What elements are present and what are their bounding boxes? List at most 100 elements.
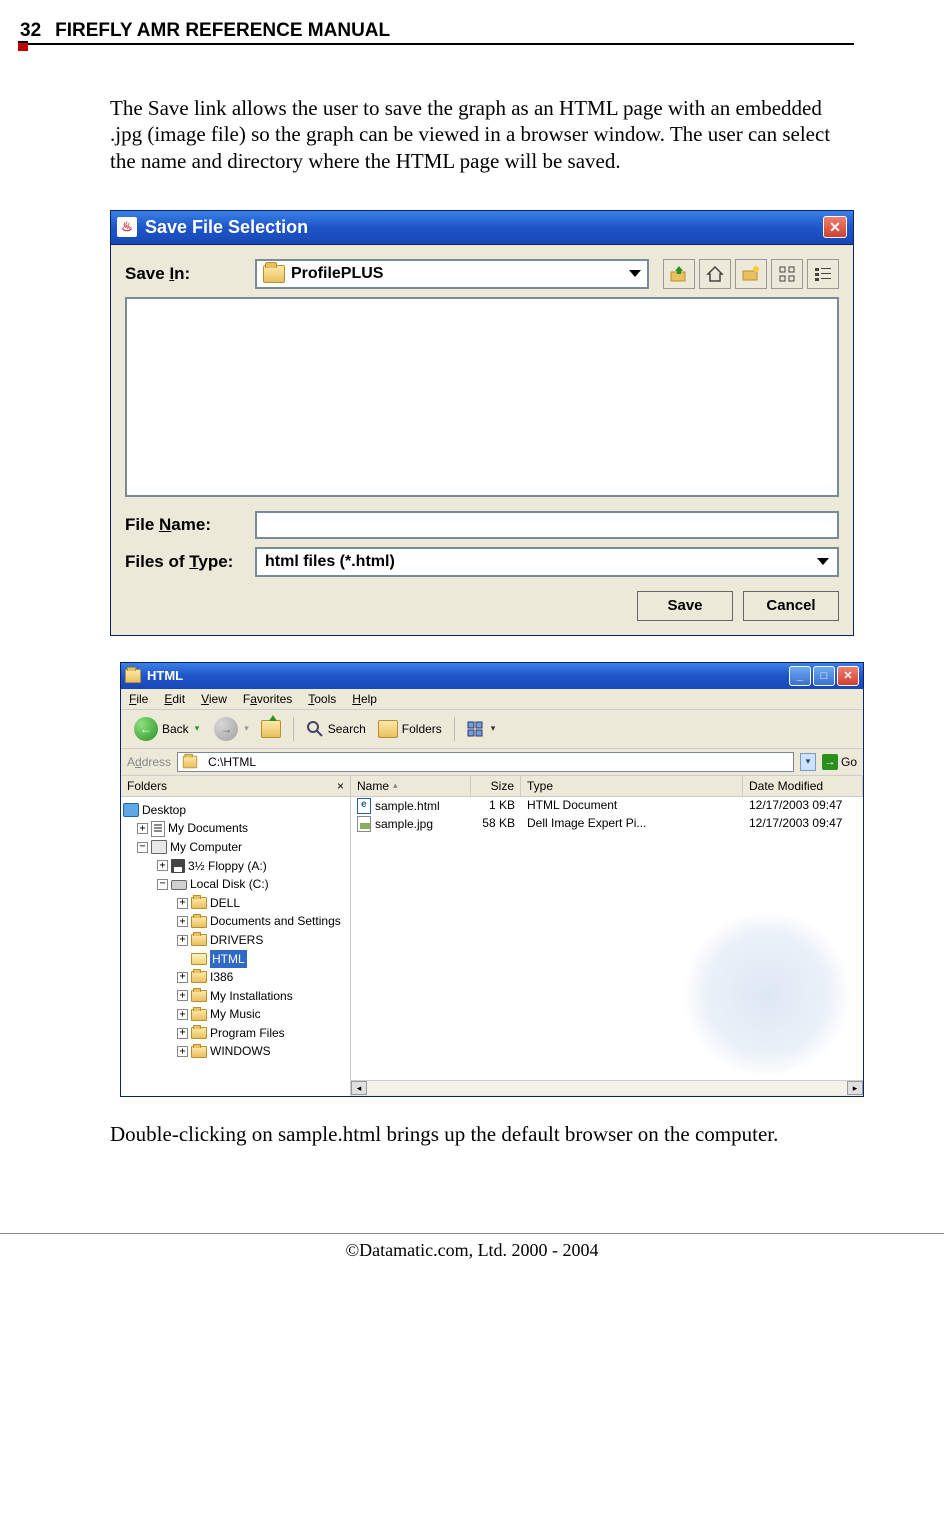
- explorer-titlebar[interactable]: HTML _ □ ✕: [121, 663, 863, 689]
- minimize-button[interactable]: _: [789, 666, 811, 686]
- expand-icon[interactable]: +: [177, 1028, 188, 1039]
- menu-favorites[interactable]: Favorites: [243, 692, 292, 706]
- files-of-type-label: Files of Type:: [125, 552, 255, 572]
- expand-icon[interactable]: +: [177, 990, 188, 1001]
- tree-node-program-files[interactable]: + Program Files: [177, 1024, 348, 1043]
- folder-open-icon: [263, 265, 285, 283]
- tree-node-i386[interactable]: + I386: [177, 968, 348, 987]
- views-button[interactable]: ▾: [463, 719, 500, 739]
- file-name-input[interactable]: [255, 511, 839, 539]
- separator: [454, 717, 455, 741]
- tree-node-drivers[interactable]: + DRIVERS: [177, 931, 348, 950]
- col-size[interactable]: Size: [471, 776, 521, 796]
- tree-node-my-computer[interactable]: − My Computer: [137, 838, 348, 857]
- menu-help[interactable]: Help: [352, 692, 377, 706]
- java-icon: ♨: [117, 217, 137, 237]
- menu-view[interactable]: View: [201, 692, 227, 706]
- search-button[interactable]: Search: [302, 718, 370, 740]
- expand-icon[interactable]: +: [177, 1046, 188, 1057]
- separator: [293, 717, 294, 741]
- save-button[interactable]: Save: [637, 591, 733, 621]
- tree-node-local-disk[interactable]: − Local Disk (C:): [157, 875, 348, 894]
- col-name[interactable]: Name ▴: [351, 776, 471, 796]
- home-button[interactable]: [699, 259, 731, 289]
- expand-icon[interactable]: +: [177, 1009, 188, 1020]
- folders-pane-close[interactable]: ×: [337, 779, 344, 793]
- scroll-right-button[interactable]: ▸: [847, 1081, 863, 1095]
- maximize-button[interactable]: □: [813, 666, 835, 686]
- file-list-area[interactable]: [125, 297, 839, 497]
- close-button[interactable]: ✕: [837, 666, 859, 686]
- dialog-title: Save File Selection: [145, 217, 308, 238]
- file-list-pane: Name ▴ Size Type Date Modified sample.ht…: [351, 776, 863, 1096]
- folder-icon: [125, 669, 141, 683]
- file-row[interactable]: sample.html 1 KB HTML Document 12/17/200…: [351, 797, 863, 815]
- address-bar: Address C:\HTML ▾ → Go: [121, 749, 863, 776]
- address-input[interactable]: C:\HTML: [177, 752, 794, 772]
- folder-up-icon: [261, 720, 281, 738]
- folder-tree[interactable]: Desktop + My Documents − My Computer +: [121, 797, 350, 1065]
- up-one-level-button[interactable]: [663, 259, 695, 289]
- save-in-combo[interactable]: ProfilePLUS: [255, 259, 649, 289]
- file-name-label: File Name:: [125, 515, 255, 535]
- address-dropdown[interactable]: ▾: [800, 753, 816, 771]
- views-icon: [467, 721, 487, 737]
- files-of-type-value: html files (*.html): [265, 553, 395, 571]
- tree-node-html[interactable]: HTML: [177, 950, 348, 969]
- drive-icon: [171, 880, 187, 890]
- chevron-down-icon: [817, 558, 829, 565]
- tree-node-windows[interactable]: + WINDOWS: [177, 1042, 348, 1061]
- sort-asc-icon: ▴: [393, 780, 398, 791]
- forward-button[interactable]: → ▾: [210, 715, 253, 743]
- dialog-titlebar[interactable]: ♨ Save File Selection ✕: [111, 211, 853, 245]
- forward-icon: →: [214, 717, 238, 741]
- expand-icon[interactable]: +: [177, 916, 188, 927]
- tree-node-my-documents[interactable]: + My Documents: [137, 819, 348, 838]
- folders-label: Folders: [402, 722, 442, 736]
- details-view-icon: [813, 264, 833, 284]
- menu-edit[interactable]: Edit: [164, 692, 185, 706]
- save-in-label: Save In:: [125, 264, 255, 284]
- scroll-track[interactable]: [367, 1081, 847, 1095]
- expand-icon[interactable]: +: [177, 898, 188, 909]
- horizontal-scrollbar[interactable]: ◂ ▸: [351, 1080, 863, 1096]
- back-button[interactable]: ← Back ▾: [127, 714, 206, 744]
- expand-icon[interactable]: +: [177, 972, 188, 983]
- scroll-left-button[interactable]: ◂: [351, 1081, 367, 1095]
- list-view-button[interactable]: [771, 259, 803, 289]
- col-date[interactable]: Date Modified: [743, 776, 863, 796]
- details-view-button[interactable]: [807, 259, 839, 289]
- expand-icon[interactable]: +: [157, 860, 168, 871]
- folders-button[interactable]: Folders: [374, 718, 446, 740]
- go-label: Go: [841, 755, 857, 769]
- tree-node-my-music[interactable]: + My Music: [177, 1005, 348, 1024]
- menu-tools[interactable]: Tools: [308, 692, 336, 706]
- close-button[interactable]: ✕: [823, 216, 847, 238]
- expand-icon[interactable]: +: [137, 823, 148, 834]
- cancel-button[interactable]: Cancel: [743, 591, 839, 621]
- jpg-file-icon: [357, 816, 371, 832]
- folder-icon: [191, 990, 207, 1002]
- tree-node-desktop[interactable]: Desktop: [123, 801, 348, 820]
- col-type[interactable]: Type: [521, 776, 743, 796]
- tree-node-my-installations[interactable]: + My Installations: [177, 987, 348, 1006]
- file-row[interactable]: sample.jpg 58 KB Dell Image Expert Pi...…: [351, 815, 863, 833]
- tree-node-floppy[interactable]: + 3½ Floppy (A:): [157, 857, 348, 876]
- folder-icon: [191, 1046, 207, 1058]
- folders-icon: [378, 720, 398, 738]
- tree-node-dell[interactable]: + DELL: [177, 894, 348, 913]
- search-label: Search: [328, 722, 366, 736]
- go-button[interactable]: → Go: [822, 754, 857, 770]
- page-header: 32 FIREFLY AMR REFERENCE MANUAL: [20, 20, 854, 45]
- red-marker: [18, 41, 28, 51]
- new-folder-button[interactable]: [735, 259, 767, 289]
- files-of-type-combo[interactable]: html files (*.html): [255, 547, 839, 577]
- collapse-icon[interactable]: −: [157, 879, 168, 890]
- file-list-body[interactable]: sample.html 1 KB HTML Document 12/17/200…: [351, 797, 863, 1080]
- menu-file[interactable]: File: [129, 692, 148, 706]
- up-button[interactable]: [257, 718, 285, 740]
- expand-icon[interactable]: +: [177, 935, 188, 946]
- collapse-icon[interactable]: −: [137, 842, 148, 853]
- floppy-icon: [171, 859, 185, 873]
- tree-node-docs-settings[interactable]: + Documents and Settings: [177, 912, 348, 931]
